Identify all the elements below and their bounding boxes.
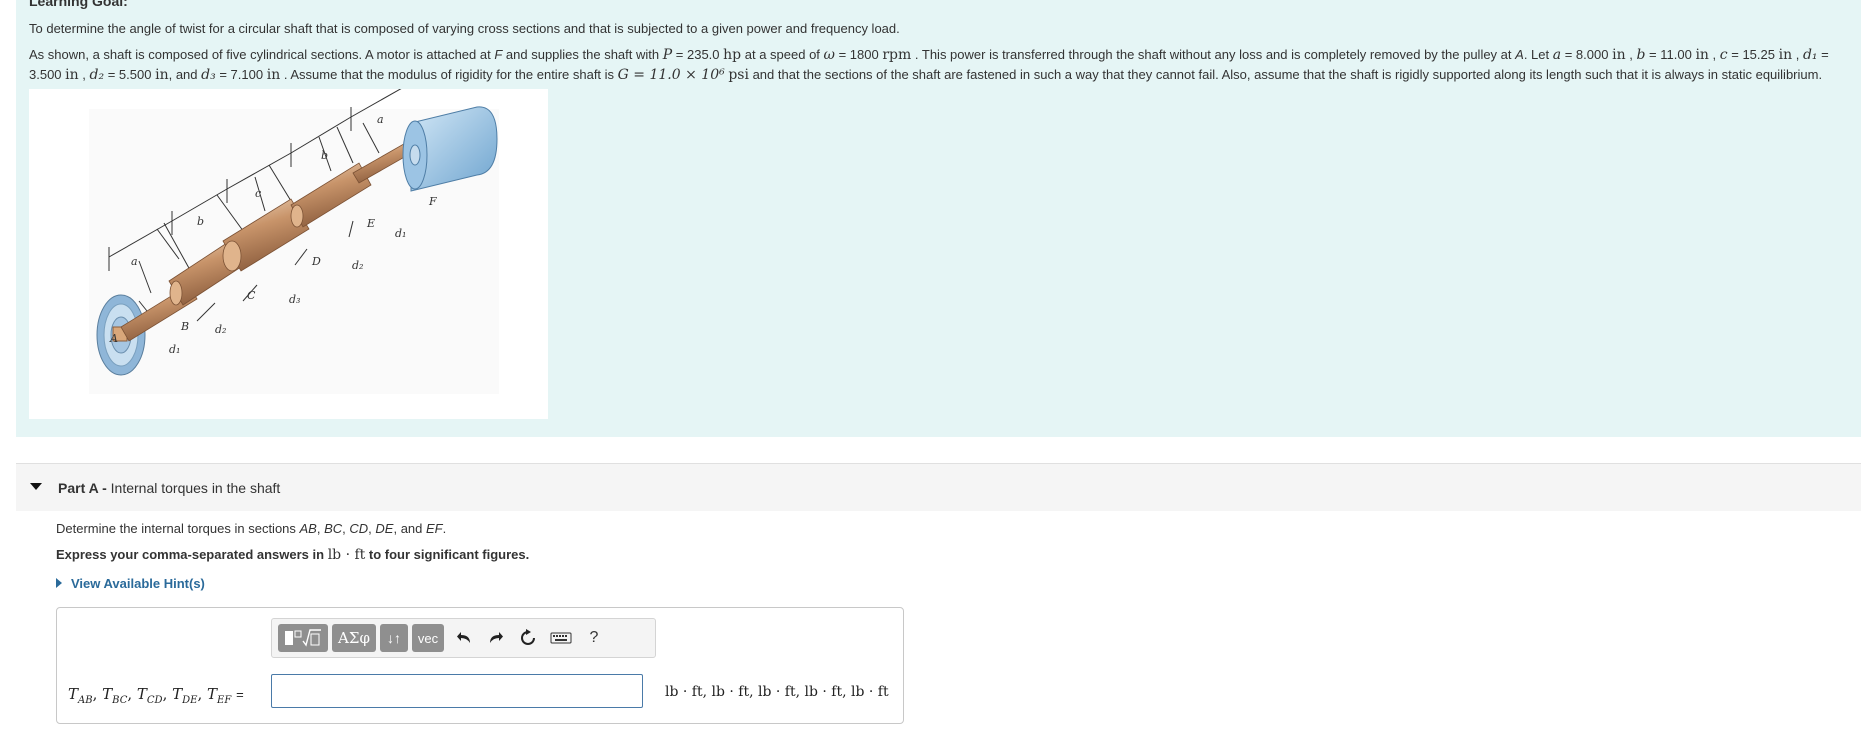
reset-icon bbox=[521, 629, 535, 645]
keyboard-button[interactable] bbox=[548, 625, 574, 651]
part-a-header[interactable]: Part A - Internal torques in the shaft bbox=[16, 463, 1861, 511]
label-d1-left: d₁ bbox=[169, 343, 180, 356]
undo-button[interactable] bbox=[452, 625, 476, 651]
label-F: F bbox=[428, 195, 437, 208]
view-hints-link[interactable]: View Available Hint(s) bbox=[56, 576, 205, 591]
label-B: B bbox=[180, 320, 189, 333]
undo-icon bbox=[457, 632, 470, 643]
label-A: A bbox=[109, 332, 118, 345]
templates-button[interactable] bbox=[278, 624, 328, 652]
label-d1-right: d₁ bbox=[395, 227, 406, 240]
answer-variables-label: TAB, TBC, TCD, TDE, TEF = bbox=[68, 685, 244, 706]
learning-goal-intro: To determine the angle of twist for a ci… bbox=[29, 21, 900, 36]
label-E: E bbox=[366, 217, 375, 230]
expand-caret-icon bbox=[56, 578, 62, 588]
learning-goal-panel: Learning Goal: To determine the angle of… bbox=[16, 0, 1861, 437]
label-b-left: b bbox=[197, 215, 204, 228]
answer-instruction: Express your comma-separated answers in … bbox=[56, 547, 530, 563]
help-button[interactable]: ? bbox=[584, 625, 604, 651]
redo-button[interactable] bbox=[484, 625, 508, 651]
vector-button[interactable]: vec bbox=[412, 624, 444, 652]
label-d2-right: d₂ bbox=[352, 259, 363, 272]
collapse-caret-icon[interactable] bbox=[30, 483, 42, 490]
keyboard-icon bbox=[550, 632, 572, 644]
problem-statement: As shown, a shaft is composed of five cy… bbox=[29, 47, 1829, 83]
label-D: D bbox=[311, 255, 321, 268]
subscript-superscript-button[interactable]: ↓↑ bbox=[380, 624, 408, 652]
label-d3: d₃ bbox=[289, 293, 300, 306]
learning-goal-heading: Learning Goal: bbox=[29, 0, 128, 9]
math-toolbar: ΑΣφ ↓↑ vec ? bbox=[271, 618, 656, 658]
shaft-figure: a b c b a A B C D E F d₁ d₂ d₃ d₂ d₁ bbox=[29, 82, 548, 419]
label-a-left: a bbox=[131, 255, 138, 268]
part-a-title: Part A - Internal torques in the shaft bbox=[58, 480, 281, 496]
label-d2-left: d₂ bbox=[215, 323, 226, 336]
greek-symbols-button[interactable]: ΑΣφ bbox=[332, 624, 376, 652]
reset-button[interactable] bbox=[516, 625, 540, 651]
shaft-diagram: a b c b a A B C D E F d₁ d₂ d₃ d₂ d₁ bbox=[89, 82, 499, 394]
answer-units: lb · ft, lb · ft, lb · ft, lb · ft, lb ·… bbox=[665, 684, 889, 700]
redo-icon bbox=[490, 632, 503, 643]
answer-input[interactable] bbox=[271, 674, 643, 708]
templates-icon bbox=[285, 629, 321, 647]
label-a-right: a bbox=[377, 113, 384, 126]
question-text: Determine the internal torques in sectio… bbox=[56, 521, 447, 536]
label-c: c bbox=[255, 187, 261, 200]
label-b-right: b bbox=[321, 149, 328, 162]
label-C: C bbox=[247, 289, 256, 302]
answer-area: ΑΣφ ↓↑ vec ? TAB, TBC, TCD, TDE, TEF = l… bbox=[56, 607, 904, 724]
